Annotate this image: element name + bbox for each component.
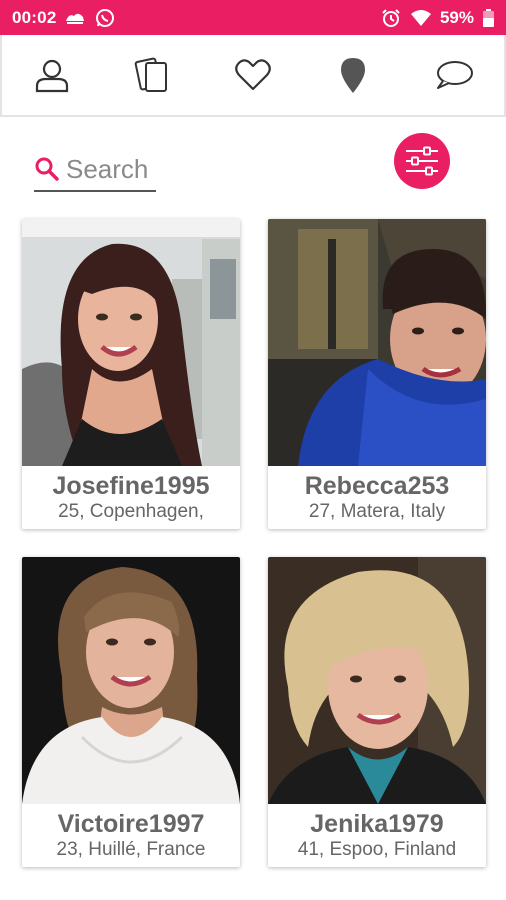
battery-icon [482,8,494,28]
alarm-icon [380,8,402,28]
location-pin-icon [341,58,366,93]
profile-card[interactable]: Josefine1995 25, Copenhagen, [22,219,240,529]
nav-location-button[interactable] [329,51,377,99]
status-left: 00:02 [12,8,116,28]
nav-likes-button[interactable] [229,51,277,99]
cards-icon [134,57,167,92]
profile-details: 25, Copenhagen, [58,501,204,522]
profile-photo [268,219,486,466]
nav-cards-button[interactable] [129,51,177,99]
profile-card[interactable]: Victoire1997 23, Huillé, France [22,557,240,867]
profile-name: Victoire1997 [57,810,205,838]
whatsapp-icon [94,8,116,28]
profile-photo [22,219,240,466]
top-nav-bar [0,35,506,117]
search-icon [34,156,60,182]
profile-icon [36,59,69,93]
search-input[interactable] [66,153,154,185]
profile-photo [22,557,240,804]
search-box[interactable] [34,148,156,192]
profile-name: Josefine1995 [52,472,210,500]
nav-chat-button[interactable] [430,51,478,99]
filter-button[interactable] [394,133,450,189]
profile-name: Jenika1979 [310,810,444,838]
status-right: 59% [380,8,494,28]
battery-percent: 59% [439,7,474,27]
wifi-icon [410,8,432,28]
profile-card[interactable]: Jenika1979 41, Espoo, Finland [268,557,486,867]
profile-details: 41, Espoo, Finland [297,839,457,860]
heart-icon [235,59,271,91]
profile-name: Rebecca253 [304,472,450,500]
filter-sliders-icon [406,146,438,176]
chat-icon [436,61,473,89]
profile-details: 23, Huillé, France [56,839,206,860]
profile-details: 27, Matera, Italy [308,501,446,522]
nav-profile-button[interactable] [28,51,76,99]
weather-app-icon [64,8,86,28]
status-bar: 00:02 59% [0,0,506,35]
profile-card[interactable]: Rebecca253 27, Matera, Italy [268,219,486,529]
profile-photo [268,557,486,804]
status-time: 00:02 [12,7,57,27]
